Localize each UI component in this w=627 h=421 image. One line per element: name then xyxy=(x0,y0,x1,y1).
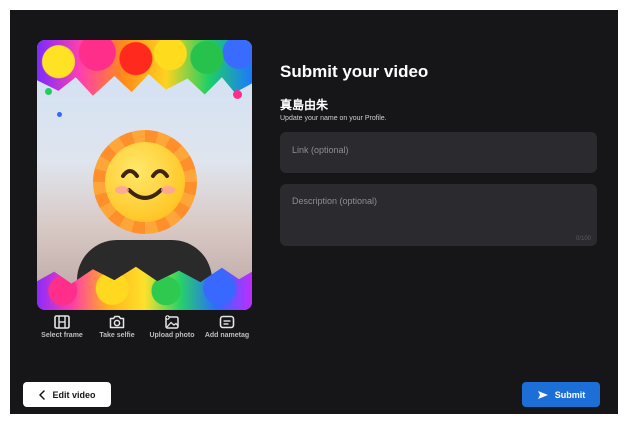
user-name: 真島由朱 xyxy=(280,98,329,112)
link-input[interactable]: Link (optional) xyxy=(280,132,597,173)
description-placeholder: Description (optional) xyxy=(292,196,378,206)
sun-mask-face xyxy=(105,142,185,222)
select-frame-button[interactable]: Select frame xyxy=(37,315,87,357)
smiling-face-icon xyxy=(121,169,169,200)
select-frame-label: Select frame xyxy=(41,332,83,339)
send-icon xyxy=(537,390,548,399)
submit-label: Submit xyxy=(554,389,586,400)
character-counter: 0/100 xyxy=(575,236,591,242)
add-nametag-label: Add nametag xyxy=(204,332,250,339)
image-upload-icon xyxy=(165,315,179,329)
cheek xyxy=(161,186,175,194)
upload-photo-button[interactable]: Upload photo xyxy=(147,315,197,357)
paint-dot xyxy=(45,88,52,95)
video-preview[interactable] xyxy=(37,40,252,310)
media-toolbar: Select frame Take selfie Upload photo Ad… xyxy=(37,315,252,357)
description-input[interactable]: Description (optional) 0/100 xyxy=(280,184,597,246)
add-nametag-button[interactable]: Add nametag xyxy=(202,315,252,357)
paint-dot xyxy=(233,90,242,99)
edit-video-button[interactable]: Edit video xyxy=(23,382,111,407)
film-icon xyxy=(54,315,70,329)
upload-photo-label: Upload photo xyxy=(149,332,195,339)
edit-video-label: Edit video xyxy=(52,389,96,400)
take-selfie-button[interactable]: Take selfie xyxy=(92,315,142,357)
paint-splash-frame-top xyxy=(37,40,252,96)
cheek xyxy=(115,186,129,194)
submit-button[interactable]: Submit xyxy=(522,382,600,407)
link-placeholder: Link (optional) xyxy=(292,145,349,155)
submit-video-dialog: Select frame Take selfie Upload photo Ad… xyxy=(10,10,618,414)
paint-dot xyxy=(57,112,62,117)
page-title: Submit your video xyxy=(280,62,429,81)
camera-icon xyxy=(109,315,125,329)
take-selfie-label: Take selfie xyxy=(99,332,135,339)
profile-name-hint: Update your name on your Profile. xyxy=(280,115,387,122)
chevron-left-icon xyxy=(39,389,46,400)
nametag-icon xyxy=(219,315,235,329)
